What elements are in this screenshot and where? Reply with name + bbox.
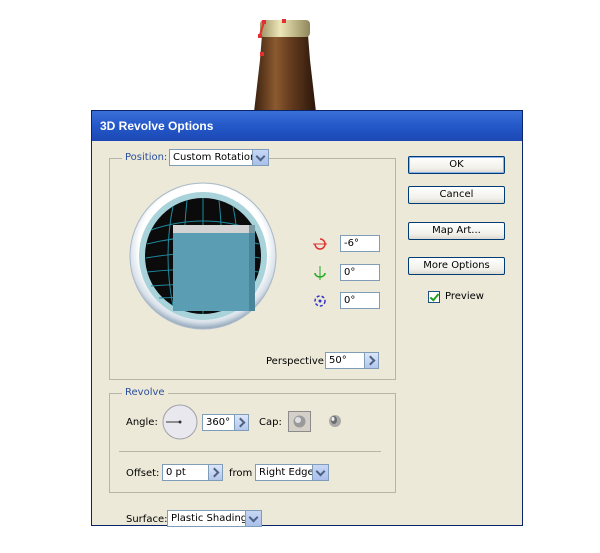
angle-input[interactable]: 360°: [202, 414, 235, 431]
offset-edge-value: Right Edge: [259, 467, 314, 478]
perspective-slider-button[interactable]: [364, 352, 379, 369]
z-axis-rotate-icon: [314, 295, 326, 307]
surface-dropdown[interactable]: Plastic Shading: [167, 510, 262, 527]
x-axis-rotate-icon: [313, 238, 327, 250]
cap-on-button[interactable]: [288, 411, 311, 432]
rotation-track-cube[interactable]: [129, 182, 277, 330]
z-rotation-input[interactable]: 0°: [340, 292, 380, 309]
revolve-separator: [119, 451, 381, 452]
position-preset-value: Custom Rotation: [173, 152, 257, 163]
surface-value: Plastic Shading: [171, 513, 248, 524]
chevron-right-icon: [365, 355, 375, 366]
map-art-button[interactable]: Map Art...: [408, 222, 505, 240]
bottle-artwork: [254, 19, 316, 112]
cap-label: Cap:: [259, 417, 282, 428]
preview-checkbox[interactable]: [428, 291, 440, 303]
revolve-options-dialog: 3D Revolve Options Position: Custom Rota…: [91, 110, 523, 527]
preview-label: Preview: [445, 291, 484, 302]
ok-button[interactable]: OK: [408, 156, 505, 174]
cap-off-icon[interactable]: [326, 411, 344, 431]
checkmark-icon: [429, 291, 440, 302]
position-preset-dropdown[interactable]: Custom Rotation: [169, 149, 269, 166]
cancel-button[interactable]: Cancel: [408, 186, 505, 204]
y-rotation-input[interactable]: 0°: [340, 264, 380, 281]
chevron-right-icon: [235, 417, 245, 428]
from-label: from: [229, 468, 253, 479]
chevron-right-icon: [209, 467, 219, 478]
position-label: Position:: [122, 152, 171, 163]
chevron-down-icon: [245, 511, 261, 526]
chevron-down-icon: [312, 465, 328, 480]
angle-label: Angle:: [126, 417, 158, 428]
x-rotation-input[interactable]: -6°: [340, 235, 380, 252]
perspective-label: Perspective:: [266, 356, 328, 367]
angle-dial[interactable]: [161, 403, 199, 441]
more-options-button[interactable]: More Options: [408, 257, 505, 275]
revolve-legend: Revolve: [122, 387, 168, 398]
y-axis-rotate-icon: [314, 266, 326, 280]
angle-slider-button[interactable]: [234, 414, 249, 431]
perspective-input[interactable]: 50°: [325, 352, 365, 369]
offset-label: Offset:: [126, 468, 160, 479]
dialog-title: 3D Revolve Options: [92, 111, 522, 141]
offset-edge-dropdown[interactable]: Right Edge: [255, 464, 329, 481]
offset-slider-button[interactable]: [208, 464, 223, 481]
offset-input[interactable]: 0 pt: [162, 464, 209, 481]
cap-on-icon: [293, 415, 306, 428]
chevron-down-icon: [252, 150, 268, 165]
surface-label: Surface:: [126, 514, 168, 525]
